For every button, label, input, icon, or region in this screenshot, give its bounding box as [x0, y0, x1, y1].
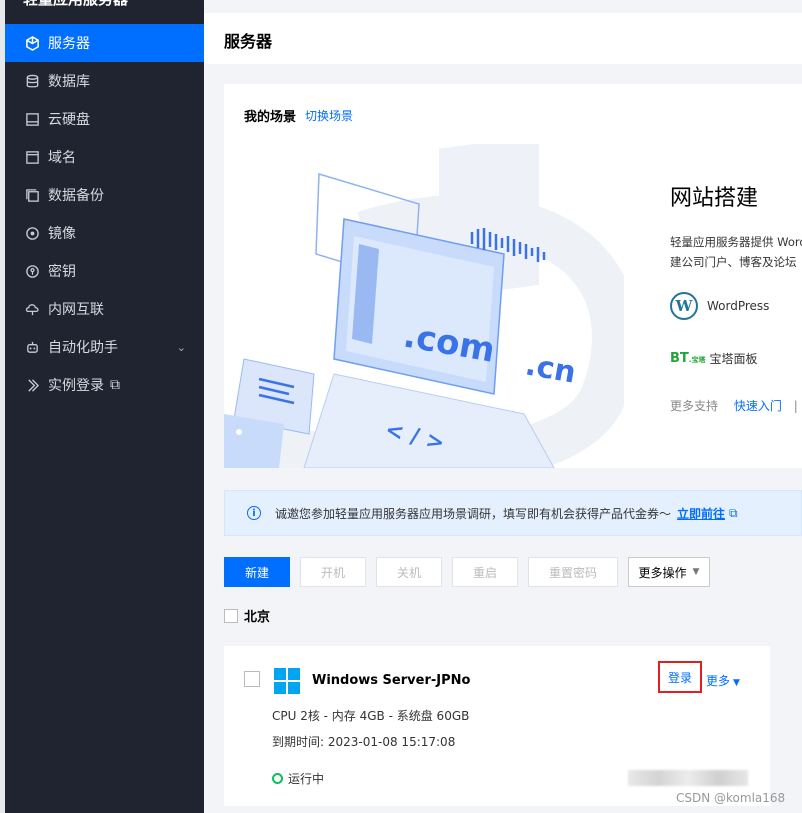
- sidebar-item-instance-login[interactable]: 实例登录 ⧉: [5, 366, 204, 404]
- instance-spec: CPU 2核 - 内存 4GB - 系统盘 60GB: [272, 709, 470, 723]
- sidebar: 轻量应用服务器 服务器 数据库 云硬盘 域名 数据备份 镜像 密钥 内网互联 自…: [5, 0, 204, 813]
- sidebar-item-label: 内网互联: [48, 302, 104, 318]
- more-label: 更多: [706, 674, 731, 688]
- reset-password-button[interactable]: 重置密码: [528, 557, 618, 587]
- new-button[interactable]: 新建: [224, 557, 290, 587]
- bt-panel-item[interactable]: BT.宝塔 宝塔面板: [670, 350, 757, 367]
- status-text: 运行中: [288, 772, 325, 786]
- sidebar-item-label: 数据库: [48, 74, 90, 90]
- scene-description: 轻量应用服务器提供 WordPress 建公司门户、博客及论坛: [670, 232, 802, 272]
- restart-button[interactable]: 重启: [452, 557, 518, 587]
- windows-logo-icon: [274, 668, 300, 694]
- status-badge: 运行中: [272, 770, 324, 787]
- bt-logo-icon: BT.宝塔: [670, 351, 706, 366]
- support-row: 更多支持 快速入门 |: [670, 397, 798, 414]
- top-strip: [204, 0, 802, 13]
- caret-down-icon: ▼: [733, 678, 740, 688]
- more-actions-dropdown[interactable]: 更多操作 ▼: [628, 557, 710, 587]
- sidebar-item-label: 域名: [48, 150, 76, 166]
- sidebar-item-intranet[interactable]: 内网互联: [5, 290, 204, 328]
- wordpress-item[interactable]: W WordPress: [670, 292, 769, 320]
- quickstart-link[interactable]: 快速入门: [734, 399, 782, 413]
- caret-down-icon: ▼: [692, 567, 700, 577]
- backup-icon: [24, 187, 40, 203]
- scene-heading: 网站搭建: [670, 186, 759, 211]
- scene-description-line: 轻量应用服务器提供 WordPress: [670, 235, 802, 249]
- wordpress-label: WordPress: [707, 299, 770, 313]
- region-label: 北京: [244, 610, 271, 625]
- cn-text: .cn: [523, 347, 579, 390]
- sidebar-item-label: 云硬盘: [48, 112, 90, 128]
- sidebar-item-label: 自动化助手: [48, 340, 118, 356]
- sidebar-item-image[interactable]: 镜像: [5, 214, 204, 252]
- bt-panel-label: 宝塔面板: [709, 352, 758, 366]
- sidebar-item-label: 数据备份: [48, 188, 104, 204]
- wordpress-logo-icon: W: [670, 292, 698, 320]
- stop-button[interactable]: 关机: [376, 557, 442, 587]
- external-link-icon: ⧉: [110, 377, 120, 393]
- more-actions-label: 更多操作: [638, 565, 687, 580]
- website-illustration: .com .cn < / >: [224, 144, 624, 468]
- page-header: 服务器: [204, 13, 802, 64]
- login-button[interactable]: 登录: [658, 661, 702, 693]
- redacted-region: [628, 770, 748, 786]
- database-icon: [24, 73, 40, 89]
- switch-scene-link[interactable]: 切换场景: [305, 107, 353, 124]
- scene-description-line: 建公司门户、博客及论坛: [670, 255, 797, 269]
- sidebar-item-label: 服务器: [48, 36, 90, 52]
- page-title: 服务器: [224, 32, 273, 51]
- start-button[interactable]: 开机: [300, 557, 366, 587]
- scene-card: 我的场景 切换场景 .com .cn < / > 网站搭建 轻量应用服务器提供 …: [224, 84, 802, 468]
- info-icon: i: [247, 506, 261, 520]
- sidebar-item-label: 密钥: [48, 264, 76, 280]
- login-icon: [24, 377, 40, 393]
- sidebar-item-cloud-disk[interactable]: 云硬盘: [5, 100, 204, 138]
- network-icon: [24, 301, 40, 317]
- sidebar-item-label: 实例登录: [48, 378, 104, 394]
- scene-title: 我的场景: [244, 110, 297, 125]
- domain-icon: [24, 149, 40, 165]
- sidebar-item-backup[interactable]: 数据备份: [5, 176, 204, 214]
- region-group: 北京: [224, 606, 270, 625]
- chevron-down-icon[interactable]: ⌄: [177, 341, 186, 354]
- image-icon: [24, 225, 40, 241]
- automation-icon: [24, 339, 40, 355]
- expiry-label: 到期时间:: [272, 735, 325, 749]
- cube-icon: [24, 35, 40, 51]
- expiry-value: 2023-01-08 15:17:08: [327, 735, 456, 749]
- sidebar-item-key[interactable]: 密钥: [5, 252, 204, 290]
- sidebar-item-server[interactable]: 服务器: [5, 24, 204, 62]
- instance-checkbox[interactable]: [244, 671, 260, 687]
- key-icon: [24, 263, 40, 279]
- instance-name[interactable]: Windows Server-JPNo: [312, 673, 470, 688]
- sidebar-item-domain[interactable]: 域名: [5, 138, 204, 176]
- external-link-icon: ⧉: [729, 505, 738, 520]
- survey-notice: i 诚邀您参加轻量应用服务器应用场景调研，填写即有机会获得产品代金券～ 立即前往…: [224, 490, 802, 536]
- region-checkbox[interactable]: [224, 608, 238, 623]
- more-support-label: 更多支持: [670, 399, 719, 413]
- sidebar-item-automation[interactable]: 自动化助手 ⌄: [5, 328, 204, 366]
- status-dot-icon: [272, 773, 283, 784]
- notice-text: 诚邀您参加轻量应用服务器应用场景调研，填写即有机会获得产品代金券～: [275, 506, 672, 521]
- separator: |: [793, 399, 798, 413]
- sidebar-item-label: 镜像: [48, 226, 76, 242]
- go-now-link[interactable]: 立即前往: [677, 505, 725, 522]
- sidebar-item-database[interactable]: 数据库: [5, 62, 204, 100]
- sidebar-product-title: 轻量应用服务器: [23, 0, 128, 9]
- disk-icon: [24, 111, 40, 127]
- more-dropdown[interactable]: 更多 ▼: [706, 672, 740, 689]
- instance-expiry: 到期时间: 2023-01-08 15:17:08: [272, 733, 455, 750]
- watermark: CSDN @komla168: [676, 791, 786, 805]
